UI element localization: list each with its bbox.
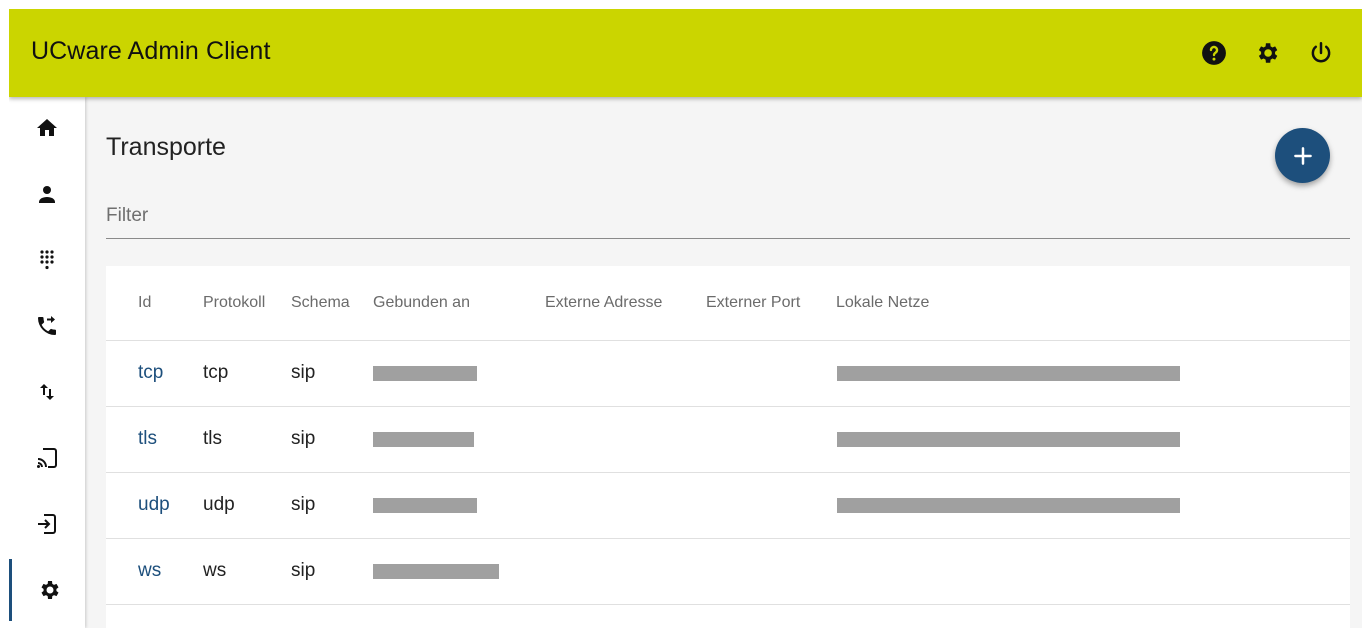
call-forward-icon: [38, 316, 56, 335]
sidebar-nav: [9, 97, 85, 628]
sidebar-item-login[interactable]: [9, 493, 85, 555]
column-header-externer-port[interactable]: Externer Port: [706, 294, 800, 312]
redacted-local-networks: [837, 432, 1180, 447]
swap-vert-icon: [40, 384, 54, 400]
add-transport-button[interactable]: [1275, 128, 1330, 183]
row-id-link[interactable]: tls: [138, 428, 157, 450]
redacted-bound-address: [373, 366, 477, 381]
settings-gear-icon[interactable]: [1253, 39, 1281, 67]
sidebar-item-home[interactable]: [9, 97, 85, 159]
app-title: UCware Admin Client: [31, 37, 271, 65]
login-icon: [38, 514, 56, 534]
plus-icon: [1293, 146, 1312, 165]
column-header-schema[interactable]: Schema: [291, 294, 350, 312]
column-header-lokale-netze[interactable]: Lokale Netze: [836, 294, 929, 312]
help-icon[interactable]: [1200, 39, 1228, 67]
row-protokoll: udp: [203, 494, 235, 515]
row-protokoll: ws: [203, 560, 227, 581]
filter-input[interactable]: [106, 195, 1350, 237]
sidebar-item-swap[interactable]: [9, 361, 85, 423]
page-title: Transporte: [106, 133, 226, 161]
table-row[interactable]: tls tls sip: [106, 406, 1350, 472]
sidebar-item-settings[interactable]: [9, 559, 85, 621]
transports-table: Id Protokoll Schema Gebunden an Externe …: [106, 266, 1350, 628]
column-header-externe-adresse[interactable]: Externe Adresse: [545, 294, 662, 312]
column-header-protokoll[interactable]: Protokoll: [203, 294, 265, 312]
row-schema: sip: [291, 560, 316, 581]
table-row[interactable]: tcp tcp sip: [106, 340, 1350, 406]
row-schema: sip: [291, 362, 316, 383]
table-row[interactable]: udp udp sip: [106, 472, 1350, 538]
row-id-link[interactable]: ws: [138, 560, 161, 582]
redacted-bound-address: [373, 564, 499, 579]
sidebar-item-dialpad[interactable]: [9, 229, 85, 291]
row-protokoll: tcp: [203, 362, 229, 383]
redacted-local-networks: [837, 498, 1180, 513]
filter-field: [106, 195, 1350, 239]
settings-gear-icon: [41, 581, 58, 599]
dialpad-icon: [40, 250, 54, 270]
table-divider: [106, 604, 1350, 605]
row-id-link[interactable]: udp: [138, 494, 170, 516]
redacted-bound-address: [373, 432, 474, 447]
app-window: UCware Admin Client Transporte Filter Id…: [9, 9, 1362, 628]
power-icon[interactable]: [1307, 39, 1335, 67]
sidebar-item-cast[interactable]: [9, 427, 85, 489]
sidebar-item-call-forward[interactable]: [9, 295, 85, 357]
cast-icon: [37, 448, 57, 468]
redacted-bound-address: [373, 498, 477, 513]
column-header-gebunden-an[interactable]: Gebunden an: [373, 294, 470, 312]
row-schema: sip: [291, 494, 316, 515]
table-row[interactable]: ws ws sip: [106, 538, 1350, 604]
home-icon: [37, 119, 57, 136]
row-schema: sip: [291, 428, 316, 449]
row-id-link[interactable]: tcp: [138, 362, 163, 384]
column-header-id[interactable]: Id: [138, 294, 151, 312]
redacted-local-networks: [837, 366, 1180, 381]
sidebar-item-users[interactable]: [9, 163, 85, 225]
top-app-bar: UCware Admin Client: [9, 9, 1362, 97]
row-protokoll: tls: [203, 428, 222, 449]
person-icon: [39, 186, 55, 203]
